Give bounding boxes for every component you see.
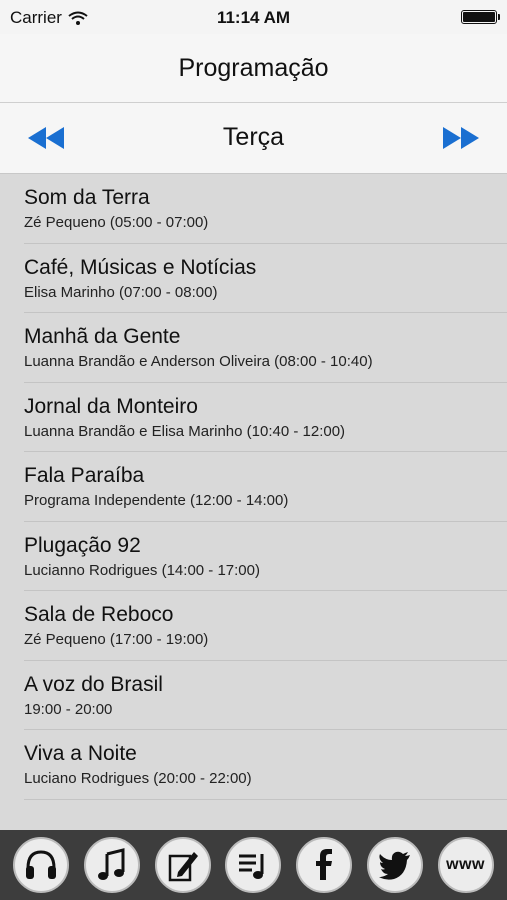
program-subtitle: Programa Independente (12:00 - 14:00) [24, 492, 289, 509]
program-subtitle: Elisa Marinho (07:00 - 08:00) [24, 283, 218, 301]
program-subtitle: Zé Pequeno (05:00 - 07:00) [24, 214, 209, 231]
program-row[interactable]: Manhã da Gente Luanna Brandão e Anderson … [24, 313, 507, 383]
program-row[interactable]: Plugação 92 Lucianno Rodrigues (14:00 - 1… [24, 522, 507, 591]
tab-music[interactable] [84, 837, 141, 893]
headphones-icon [26, 850, 57, 879]
tab-www[interactable]: www [437, 837, 494, 893]
program-row[interactable]: A voz do Brasil 19:00 - 20:00 [24, 661, 507, 730]
program-subtitle: Luanna Brandão e Anderson Oliveira (08:0… [24, 353, 373, 370]
next-day-button[interactable] [441, 125, 481, 151]
facebook-icon [316, 849, 333, 880]
navigation-bar: Programação [0, 34, 507, 103]
program-subtitle: Luciano Rodrigues (20:00 - 22:00) [24, 770, 252, 787]
tab-twitter[interactable] [366, 837, 423, 893]
program-title: Viva a Noite [24, 742, 137, 765]
tab-edit[interactable] [154, 837, 211, 893]
program-title: A voz do Brasil [24, 672, 163, 696]
program-title: Plugação 92 [24, 533, 141, 557]
program-row[interactable]: Sala de Reboco Zé Pequeno (17:00 - 19:00) [24, 591, 507, 661]
twitter-icon [378, 851, 410, 880]
tab-headphones[interactable] [13, 837, 70, 893]
program-subtitle: Luanna Brandão e Elisa Marinho (10:40 - … [24, 422, 346, 440]
program-row[interactable]: Fala Paraíba Programa Independente (12:00… [24, 452, 507, 522]
program-subtitle: 19:00 - 20:00 [24, 700, 113, 718]
playlist-icon [239, 854, 264, 879]
program-subtitle: Zé Pequeno (17:00 - 19:00) [24, 631, 209, 648]
program-subtitle: Lucianno Rodrigues (14:00 - 17:00) [24, 561, 260, 579]
program-title: Manhã da Gente [24, 325, 181, 348]
program-title: Café, Músicas e Notícias [24, 255, 257, 279]
status-bar: Carrier 11:14 AM [0, 0, 507, 34]
status-time: 11:14 AM [216, 8, 291, 27]
tab-bar: www [0, 830, 507, 900]
program-title: Fala Paraíba [24, 464, 145, 487]
program-row[interactable]: Jornal da Monteiro Luanna Brandão e Elisa… [24, 383, 507, 452]
program-list[interactable]: Som da Terra Zé Pequeno (05:00 - 07:00) Ca… [0, 174, 507, 830]
page-title: Programação [178, 53, 329, 82]
program-title: Jornal da Monteiro [24, 394, 198, 418]
www-icon: www [446, 856, 485, 873]
program-title: Sala de Reboco [24, 603, 174, 626]
program-row[interactable]: Som da Terra Zé Pequeno (05:00 - 07:00) [24, 174, 507, 244]
pencil-edit-icon [168, 852, 198, 882]
program-title: Som da Terra [24, 186, 150, 209]
day-label: Terça [222, 123, 285, 151]
program-row[interactable]: Viva a Noite Luciano Rodrigues (20:00 - 2… [24, 730, 507, 800]
program-row[interactable]: Café, Músicas e Notícias Elisa Marinho (0… [24, 244, 507, 313]
day-selector: Terça [0, 103, 507, 174]
tab-playlist[interactable] [225, 837, 282, 893]
battery-icon [461, 10, 500, 24]
music-note-icon [98, 848, 125, 880]
tab-facebook[interactable] [296, 837, 353, 893]
